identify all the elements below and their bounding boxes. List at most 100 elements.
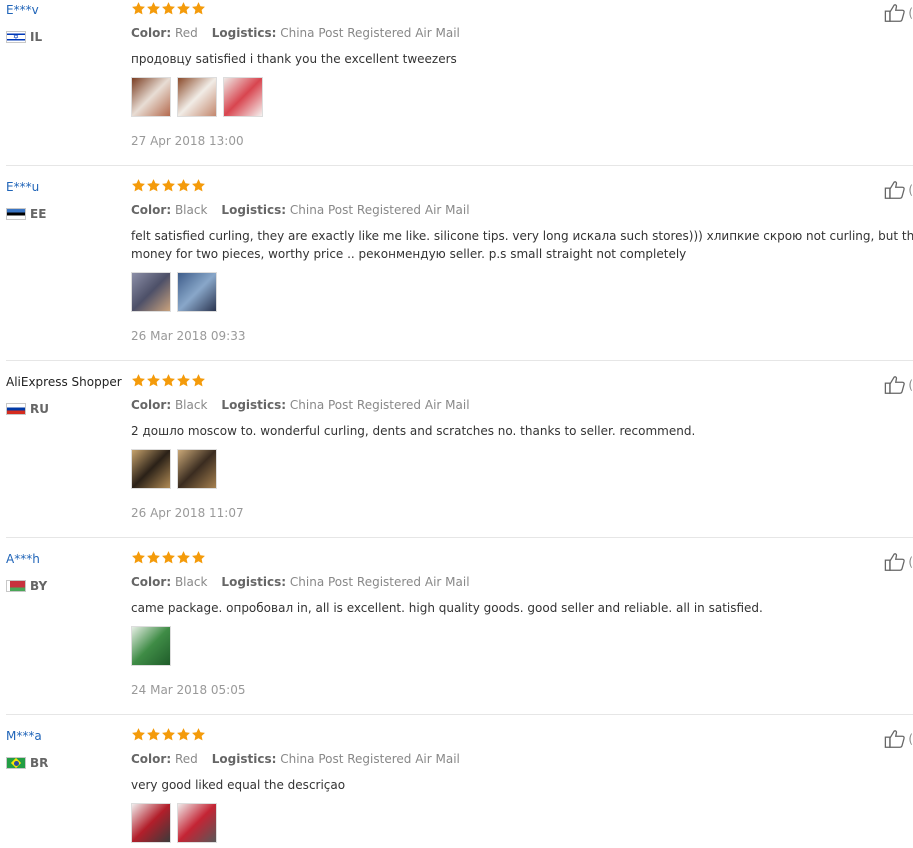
reviewer-country: EE <box>6 207 46 221</box>
order-info: Color: Black Logistics: China Post Regist… <box>131 398 470 412</box>
star-icon <box>192 551 205 564</box>
color-value: Black <box>174 575 208 589</box>
review-divider <box>6 360 913 361</box>
review-photo-thumbnail[interactable] <box>131 449 171 489</box>
reviewer-name: AliExpress Shopper <box>6 375 122 389</box>
logistics-label: Logistics: <box>221 575 287 589</box>
color-value: Red <box>174 752 198 766</box>
order-info: Color: Black Logistics: China Post Regist… <box>131 203 470 217</box>
review-photo-thumbnail[interactable] <box>131 803 171 843</box>
review-text: продовцу satisfied i thank you the excel… <box>131 50 913 68</box>
star-icon <box>192 374 205 387</box>
flag-ee-icon <box>6 208 26 220</box>
reviewer-name[interactable]: E***u <box>6 180 39 194</box>
review-item: E***v ✡ IL Color: Red Logistics: China Post … <box>0 0 913 166</box>
star-icon <box>132 728 145 741</box>
review-photos <box>131 77 269 117</box>
country-code: BY <box>30 579 48 593</box>
color-label: Color: <box>131 398 172 412</box>
logistics-value: China Post Registered Air Mail <box>289 398 470 412</box>
review-item: E***u EE Color: Black Logistics: China Post… <box>0 177 913 361</box>
star-rating <box>131 1 206 16</box>
review-item: M***a BR Color: Red Logistics: China Post R… <box>0 726 913 848</box>
review-divider <box>6 537 913 538</box>
reviewer-name[interactable]: M***a <box>6 729 42 743</box>
helpful-button[interactable]: ( <box>883 179 913 201</box>
review-photo-thumbnail[interactable] <box>131 272 171 312</box>
thumbs-up-icon <box>885 181 906 199</box>
helpful-count: ( <box>908 378 913 392</box>
review-item: AliExpress Shopper RU Color: Black Logistic… <box>0 372 913 538</box>
star-icon <box>162 179 175 192</box>
thumbs-up-icon <box>885 4 906 22</box>
review-text-line: продовцу satisfied i thank you the excel… <box>131 52 457 66</box>
review-item: A***h BY Color: Black Logistics: China Post… <box>0 549 913 715</box>
color-label: Color: <box>131 752 172 766</box>
review-photo-thumbnail[interactable] <box>177 449 217 489</box>
helpful-count: ( <box>908 183 913 197</box>
color-value: Black <box>174 203 208 217</box>
flag-br-icon <box>6 757 26 769</box>
color-label: Color: <box>131 575 172 589</box>
reviewer-country: RU <box>6 402 49 416</box>
review-text-line: 2 дошло moscow to. wonderful curling, de… <box>131 424 696 438</box>
thumbs-up-icon <box>885 376 906 394</box>
logistics-label: Logistics: <box>221 398 287 412</box>
country-code: EE <box>30 207 47 221</box>
review-divider <box>6 714 913 715</box>
helpful-button[interactable]: ( <box>883 551 913 573</box>
star-icon <box>162 374 175 387</box>
country-code: IL <box>30 30 43 44</box>
star-icon <box>162 551 175 564</box>
review-text-line: felt satisfied curling, they are exactly… <box>131 229 913 243</box>
helpful-count: ( <box>908 732 913 746</box>
review-photo-thumbnail[interactable] <box>177 803 217 843</box>
logistics-value: China Post Registered Air Mail <box>289 203 470 217</box>
star-icon <box>177 728 190 741</box>
star-rating <box>131 727 206 742</box>
order-info: Color: Red Logistics: China Post Register… <box>131 752 460 766</box>
review-date: 27 Apr 2018 13:00 <box>131 134 244 148</box>
logistics-label: Logistics: <box>221 203 287 217</box>
order-info: Color: Red Logistics: China Post Register… <box>131 26 460 40</box>
review-text-line: came package. опробовал in, all is excel… <box>131 601 763 615</box>
star-icon <box>177 2 190 15</box>
reviewer-country: BY <box>6 579 47 593</box>
star-icon <box>132 2 145 15</box>
country-code: BR <box>30 756 49 770</box>
reviewer-name[interactable]: E***v <box>6 3 39 17</box>
star-icon <box>147 2 160 15</box>
logistics-value: China Post Registered Air Mail <box>280 752 460 766</box>
star-icon <box>192 728 205 741</box>
flag-il-icon: ✡ <box>6 31 26 43</box>
star-icon <box>147 374 160 387</box>
review-photo-thumbnail[interactable] <box>131 626 171 666</box>
review-photo-thumbnail[interactable] <box>177 272 217 312</box>
review-text-line: money for two pieces, worthy price .. ре… <box>131 247 687 261</box>
review-date: 26 Mar 2018 09:33 <box>131 329 246 343</box>
star-rating <box>131 373 206 388</box>
star-icon <box>147 551 160 564</box>
review-photos <box>131 449 223 489</box>
review-photo-thumbnail[interactable] <box>131 77 171 117</box>
star-icon <box>177 179 190 192</box>
reviewer-name[interactable]: A***h <box>6 552 40 566</box>
review-divider <box>6 165 913 166</box>
star-icon <box>177 374 190 387</box>
review-photo-thumbnail[interactable] <box>223 77 263 117</box>
review-photo-thumbnail[interactable] <box>177 77 217 117</box>
thumbs-up-icon <box>885 730 906 748</box>
star-rating <box>131 178 206 193</box>
star-icon <box>162 728 175 741</box>
star-icon <box>147 728 160 741</box>
flag-by-icon <box>6 580 26 592</box>
review-text: 2 дошло moscow to. wonderful curling, de… <box>131 422 913 440</box>
logistics-value: China Post Registered Air Mail <box>289 575 470 589</box>
helpful-button[interactable]: ( <box>883 374 913 396</box>
helpful-button[interactable]: ( <box>883 2 913 24</box>
star-icon <box>132 551 145 564</box>
color-label: Color: <box>131 26 172 40</box>
star-icon <box>162 2 175 15</box>
logistics-label: Logistics: <box>211 26 277 40</box>
helpful-button[interactable]: ( <box>883 728 913 750</box>
